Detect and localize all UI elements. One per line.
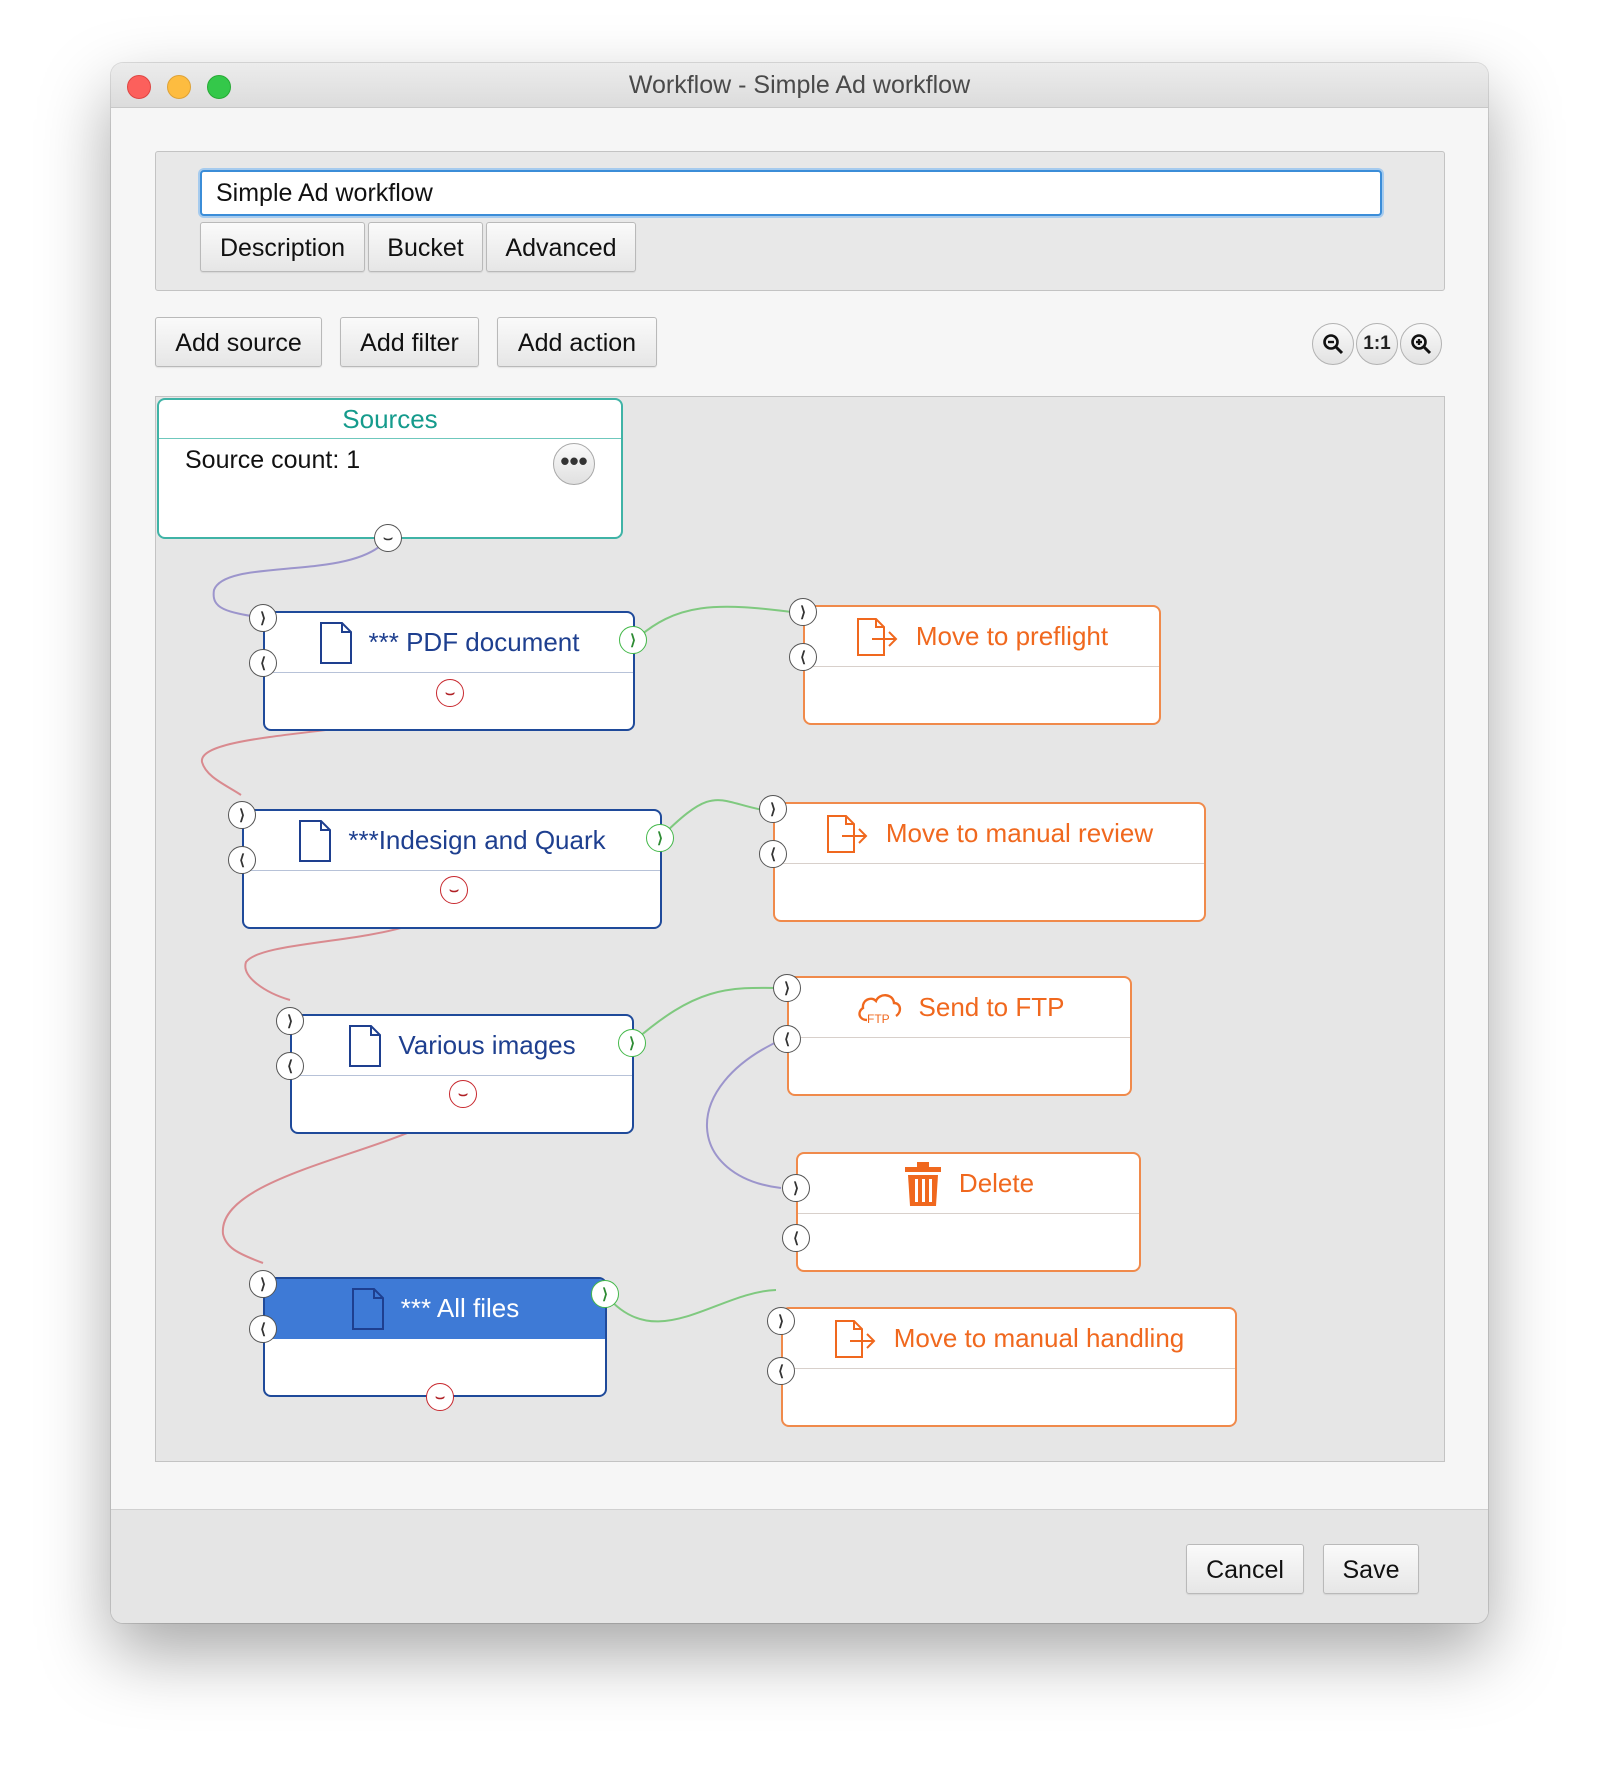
filter-all-files-accept-port[interactable]: ⟩ [591,1280,619,1308]
action-preflight-input-port[interactable]: ⟩ [789,598,817,626]
workflow-canvas[interactable]: Sources Source count: 1 ••• ⌣ *** PDF do… [155,396,1445,1462]
ftp-cloud-icon: FTP [855,990,903,1026]
save-button[interactable]: Save [1323,1544,1419,1594]
filter-images-reject-input-port[interactable]: ⟨ [276,1052,304,1080]
filter-node-indesign[interactable]: ***Indesign and Quark [242,809,662,929]
cancel-button[interactable]: Cancel [1186,1544,1304,1594]
sources-more-button[interactable]: ••• [553,443,595,485]
filter-node-indesign-label: ***Indesign and Quark [348,825,606,855]
filter-node-pdf-header: *** PDF document [265,613,633,673]
filter-node-pdf-label: *** PDF document [368,627,580,657]
action-node-manual-handling[interactable]: Move to manual handling [781,1307,1237,1427]
zoom-out-button[interactable] [1312,323,1354,365]
move-file-icon [826,814,870,854]
workflow-window: Workflow - Simple Ad workflow Descriptio… [111,63,1488,1623]
source-count: Source count: 1 [185,446,361,474]
action-ftp-input-port[interactable]: ⟩ [773,974,801,1002]
filter-indesign-reject-port[interactable]: ⌣ [440,876,468,904]
wire-pdf-accept [632,605,800,643]
tab-bucket[interactable]: Bucket [368,222,483,272]
action-ftp-reject-input-port[interactable]: ⟨ [773,1025,801,1053]
action-manual-handling-input-port[interactable]: ⟩ [767,1307,795,1335]
add-action-button[interactable]: Add action [497,317,657,367]
zoom-in-icon [1411,334,1432,355]
action-node-preflight-label: Move to preflight [915,621,1109,651]
action-manual-handling-reject-input-port[interactable]: ⟨ [767,1357,795,1385]
document-icon [351,1287,385,1331]
zoom-in-button[interactable] [1400,323,1442,365]
action-node-delete-header: Delete [798,1154,1139,1214]
zoom-reset-button[interactable]: 1:1 [1356,323,1398,365]
filter-node-all-files-header: *** All files [265,1279,605,1339]
action-node-preflight-header: Move to preflight [805,607,1159,667]
dialog-footer: Cancel Save [111,1509,1488,1623]
filter-pdf-input-port[interactable]: ⟩ [249,604,277,632]
document-icon [319,621,353,665]
filter-node-all-files[interactable]: *** All files [263,1277,607,1397]
filter-pdf-reject-port[interactable]: ⌣ [436,679,464,707]
document-icon [348,1024,382,1068]
move-file-icon [856,617,900,657]
tab-advanced[interactable]: Advanced [486,222,636,272]
move-file-icon [834,1319,878,1359]
action-preflight-reject-input-port[interactable]: ⟨ [789,643,817,671]
add-filter-button[interactable]: Add filter [340,317,479,367]
trash-icon [903,1161,943,1207]
sources-node[interactable]: Sources Source count: 1 ••• [157,398,623,539]
add-source-button[interactable]: Add source [155,317,322,367]
wire-sources-to-pdf [212,537,389,619]
filter-node-indesign-header: ***Indesign and Quark [244,811,660,871]
title-bar: Workflow - Simple Ad workflow [111,63,1488,108]
filter-all-files-reject-port[interactable]: ⌣ [426,1383,454,1411]
sources-output-port[interactable]: ⌣ [374,524,402,552]
action-node-manual-review-header: Move to manual review [775,804,1204,864]
action-node-delete-label: Delete [958,1168,1035,1198]
workflow-name-panel: Description Bucket Advanced [155,151,1445,291]
filter-pdf-reject-input-port[interactable]: ⟨ [249,649,277,677]
action-delete-input-port[interactable]: ⟩ [782,1174,810,1202]
filter-pdf-accept-port[interactable]: ⟩ [619,626,647,654]
action-node-delete[interactable]: Delete [796,1152,1141,1272]
filter-all-files-input-port[interactable]: ⟩ [249,1270,277,1298]
action-node-manual-handling-label: Move to manual handling [893,1323,1185,1353]
wire-images-accept [631,986,784,1044]
action-node-ftp-header: FTP Send to FTP [789,978,1130,1038]
action-node-ftp[interactable]: FTP Send to FTP [787,976,1132,1096]
document-icon [298,819,332,863]
filter-all-files-reject-input-port[interactable]: ⟨ [249,1315,277,1343]
filter-node-all-files-label: *** All files [400,1293,520,1323]
action-node-preflight[interactable]: Move to preflight [803,605,1161,725]
zoom-out-icon [1323,334,1344,355]
filter-indesign-input-port[interactable]: ⟩ [228,801,256,829]
filter-images-input-port[interactable]: ⟩ [276,1007,304,1035]
action-node-ftp-label: Send to FTP [918,992,1065,1022]
filter-images-reject-port[interactable]: ⌣ [449,1080,477,1108]
window-title: Workflow - Simple Ad workflow [628,71,971,99]
wire-ftp-reject [706,1038,784,1189]
action-delete-reject-input-port[interactable]: ⟨ [782,1224,810,1252]
action-node-manual-review-label: Move to manual review [885,818,1154,848]
action-node-manual-review[interactable]: Move to manual review [773,802,1206,922]
action-manual-review-reject-input-port[interactable]: ⟨ [759,840,787,868]
ftp-icon-text: FTP [867,1012,890,1026]
filter-indesign-reject-input-port[interactable]: ⟨ [228,846,256,874]
filter-node-pdf[interactable]: *** PDF document [263,611,635,731]
zoom-reset-label: 1:1 [1363,333,1391,354]
action-node-manual-handling-header: Move to manual handling [783,1309,1235,1369]
filter-indesign-accept-port[interactable]: ⟩ [646,824,674,852]
filter-images-accept-port[interactable]: ⟩ [618,1029,646,1057]
filter-node-images-header: Various images [292,1016,632,1076]
wire-indesign-accept [659,799,769,839]
filter-node-images[interactable]: Various images [290,1014,634,1134]
filter-node-images-label: Various images [398,1030,576,1060]
workflow-name-input[interactable] [200,170,1382,216]
wire-allfiles-accept [604,1289,777,1323]
sources-title: Sources [159,400,621,439]
action-manual-review-input-port[interactable]: ⟩ [759,795,787,823]
tab-description[interactable]: Description [200,222,365,272]
